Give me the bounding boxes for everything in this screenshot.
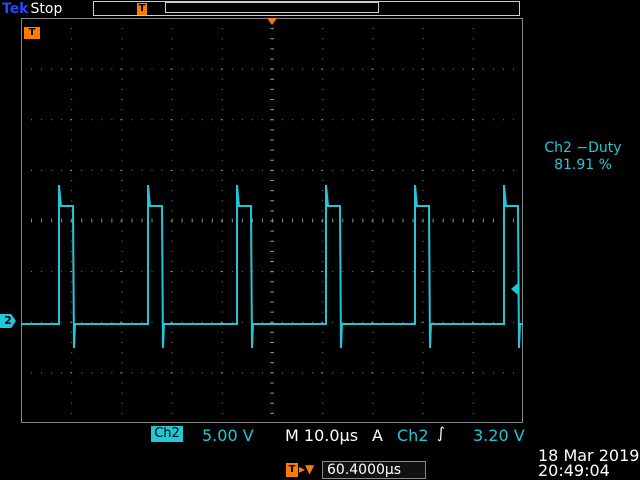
graticule-center-lines (21, 18, 523, 423)
trigger-level-icon: T (24, 27, 40, 39)
oscilloscope-graticule (21, 18, 523, 423)
trigger-slope-icon: ∫ (437, 424, 445, 442)
acquisition-status: Stop (30, 1, 63, 17)
trigger-source: Ch2 (397, 426, 429, 445)
brand-status: Tek Stop (2, 0, 62, 18)
brand-logo: Tek (2, 1, 29, 17)
measurement-value: 81.91 % (554, 157, 612, 173)
trigger-level-arrow-icon (511, 283, 518, 295)
trigger-center-marker (267, 18, 277, 25)
trigger-delay-icon: T (286, 463, 298, 477)
ch2-waveform (21, 184, 523, 349)
ch2-ground-marker[interactable]: 2 (0, 314, 16, 328)
trigger-delay-readout: 60.4000µs (322, 461, 426, 479)
trigger-mode: A (372, 426, 383, 445)
ch2-volts-per-div: 5.00 V (202, 426, 254, 445)
record-view-window (165, 2, 379, 13)
time-readout: 20:49:04 (538, 461, 610, 480)
measurement-label: Ch2 −Duty (544, 140, 622, 156)
trigger-delay-arrow-icon: ▸▼ (299, 462, 315, 476)
trigger-level-readout: 3.20 V (473, 426, 525, 445)
measurement-panel: Ch2 −Duty 81.91 % (526, 140, 640, 174)
ch2-badge[interactable]: Ch2 (151, 426, 183, 442)
timebase-readout: M 10.0µs (285, 426, 359, 445)
